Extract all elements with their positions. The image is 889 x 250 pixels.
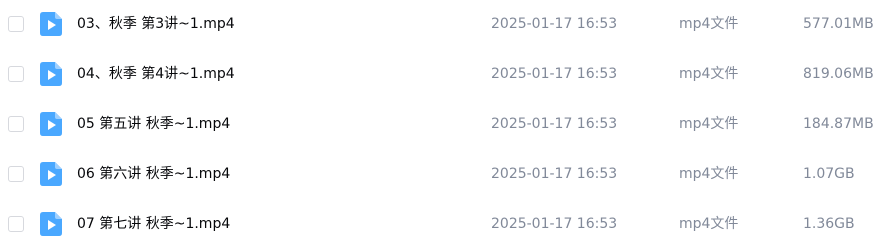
- file-type: mp4文件: [679, 16, 739, 32]
- file-modified-date: 2025-01-17 16:53: [491, 16, 618, 32]
- file-type: mp4文件: [679, 66, 739, 82]
- file-row[interactable]: 03、秋季 第3讲~1.mp4 2025-01-17 16:53 mp4文件 5…: [0, 0, 889, 50]
- row-checkbox[interactable]: [8, 16, 24, 32]
- row-checkbox[interactable]: [8, 116, 24, 132]
- file-row[interactable]: 05 第五讲 秋季~1.mp4 2025-01-17 16:53 mp4文件 1…: [0, 100, 889, 150]
- video-file-icon[interactable]: [40, 62, 62, 86]
- file-type: mp4文件: [679, 116, 739, 132]
- file-name[interactable]: 04、秋季 第4讲~1.mp4: [77, 64, 235, 84]
- file-size: 577.01MB: [803, 16, 874, 32]
- file-modified-date: 2025-01-17 16:53: [491, 116, 618, 132]
- file-size: 819.06MB: [803, 66, 874, 82]
- row-checkbox[interactable]: [8, 166, 24, 182]
- file-modified-date: 2025-01-17 16:53: [491, 166, 618, 182]
- file-size: 1.07GB: [803, 166, 855, 182]
- file-modified-date: 2025-01-17 16:53: [491, 216, 618, 232]
- file-name[interactable]: 05 第五讲 秋季~1.mp4: [77, 114, 230, 134]
- video-file-icon[interactable]: [40, 12, 62, 36]
- row-checkbox[interactable]: [8, 216, 24, 232]
- file-type: mp4文件: [679, 166, 739, 182]
- file-name[interactable]: 03、秋季 第3讲~1.mp4: [77, 14, 235, 34]
- file-name[interactable]: 07 第七讲 秋季~1.mp4: [77, 214, 230, 234]
- video-file-icon[interactable]: [40, 212, 62, 236]
- row-checkbox[interactable]: [8, 66, 24, 82]
- video-file-icon[interactable]: [40, 162, 62, 186]
- file-row[interactable]: 06 第六讲 秋季~1.mp4 2025-01-17 16:53 mp4文件 1…: [0, 150, 889, 200]
- file-size: 184.87MB: [803, 116, 874, 132]
- file-type: mp4文件: [679, 216, 739, 232]
- file-list: 03、秋季 第3讲~1.mp4 2025-01-17 16:53 mp4文件 5…: [0, 0, 889, 240]
- file-name[interactable]: 06 第六讲 秋季~1.mp4: [77, 164, 230, 184]
- file-size: 1.36GB: [803, 216, 855, 232]
- file-modified-date: 2025-01-17 16:53: [491, 66, 618, 82]
- file-row[interactable]: 04、秋季 第4讲~1.mp4 2025-01-17 16:53 mp4文件 8…: [0, 50, 889, 100]
- file-row[interactable]: 07 第七讲 秋季~1.mp4 2025-01-17 16:53 mp4文件 1…: [0, 200, 889, 250]
- video-file-icon[interactable]: [40, 112, 62, 136]
